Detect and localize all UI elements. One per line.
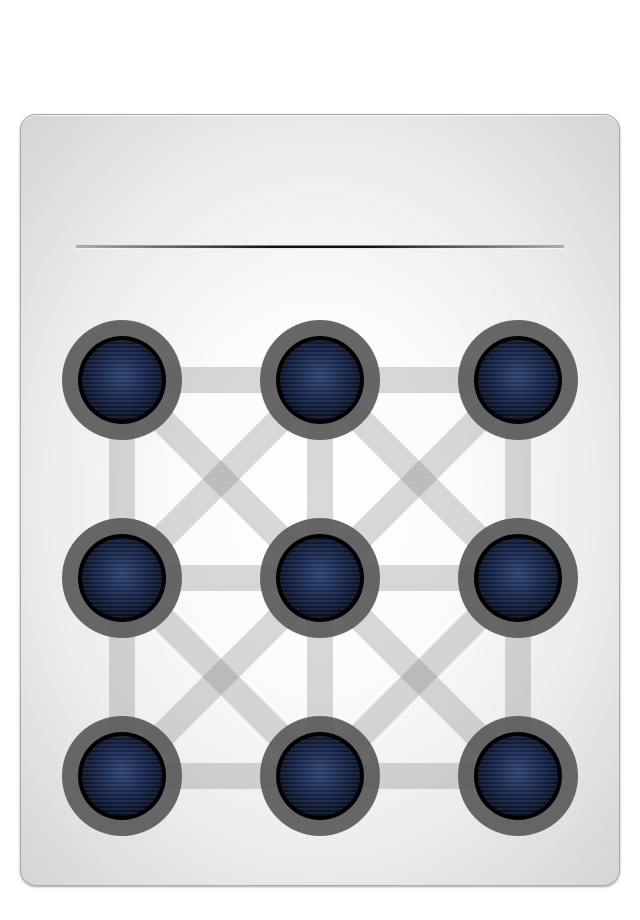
dot-texture [478, 736, 558, 816]
pattern-dot-3[interactable] [458, 320, 578, 440]
pattern-dot-8[interactable] [260, 716, 380, 836]
pattern-dot-5[interactable] [260, 518, 380, 638]
dot-texture [280, 538, 360, 618]
dot-texture [280, 340, 360, 420]
pattern-grid [62, 320, 578, 836]
dot-texture [82, 736, 162, 816]
dot-texture [82, 340, 162, 420]
pattern-dot-7[interactable] [62, 716, 182, 836]
pattern-dot-6[interactable] [458, 518, 578, 638]
dot-texture [280, 736, 360, 816]
dot-texture [82, 538, 162, 618]
pattern-dot-9[interactable] [458, 716, 578, 836]
dot-texture [478, 340, 558, 420]
pattern-dot-2[interactable] [260, 320, 380, 440]
pattern-dot-1[interactable] [62, 320, 182, 440]
pattern-dot-4[interactable] [62, 518, 182, 638]
pattern-dots [62, 320, 578, 836]
dot-texture [478, 538, 558, 618]
